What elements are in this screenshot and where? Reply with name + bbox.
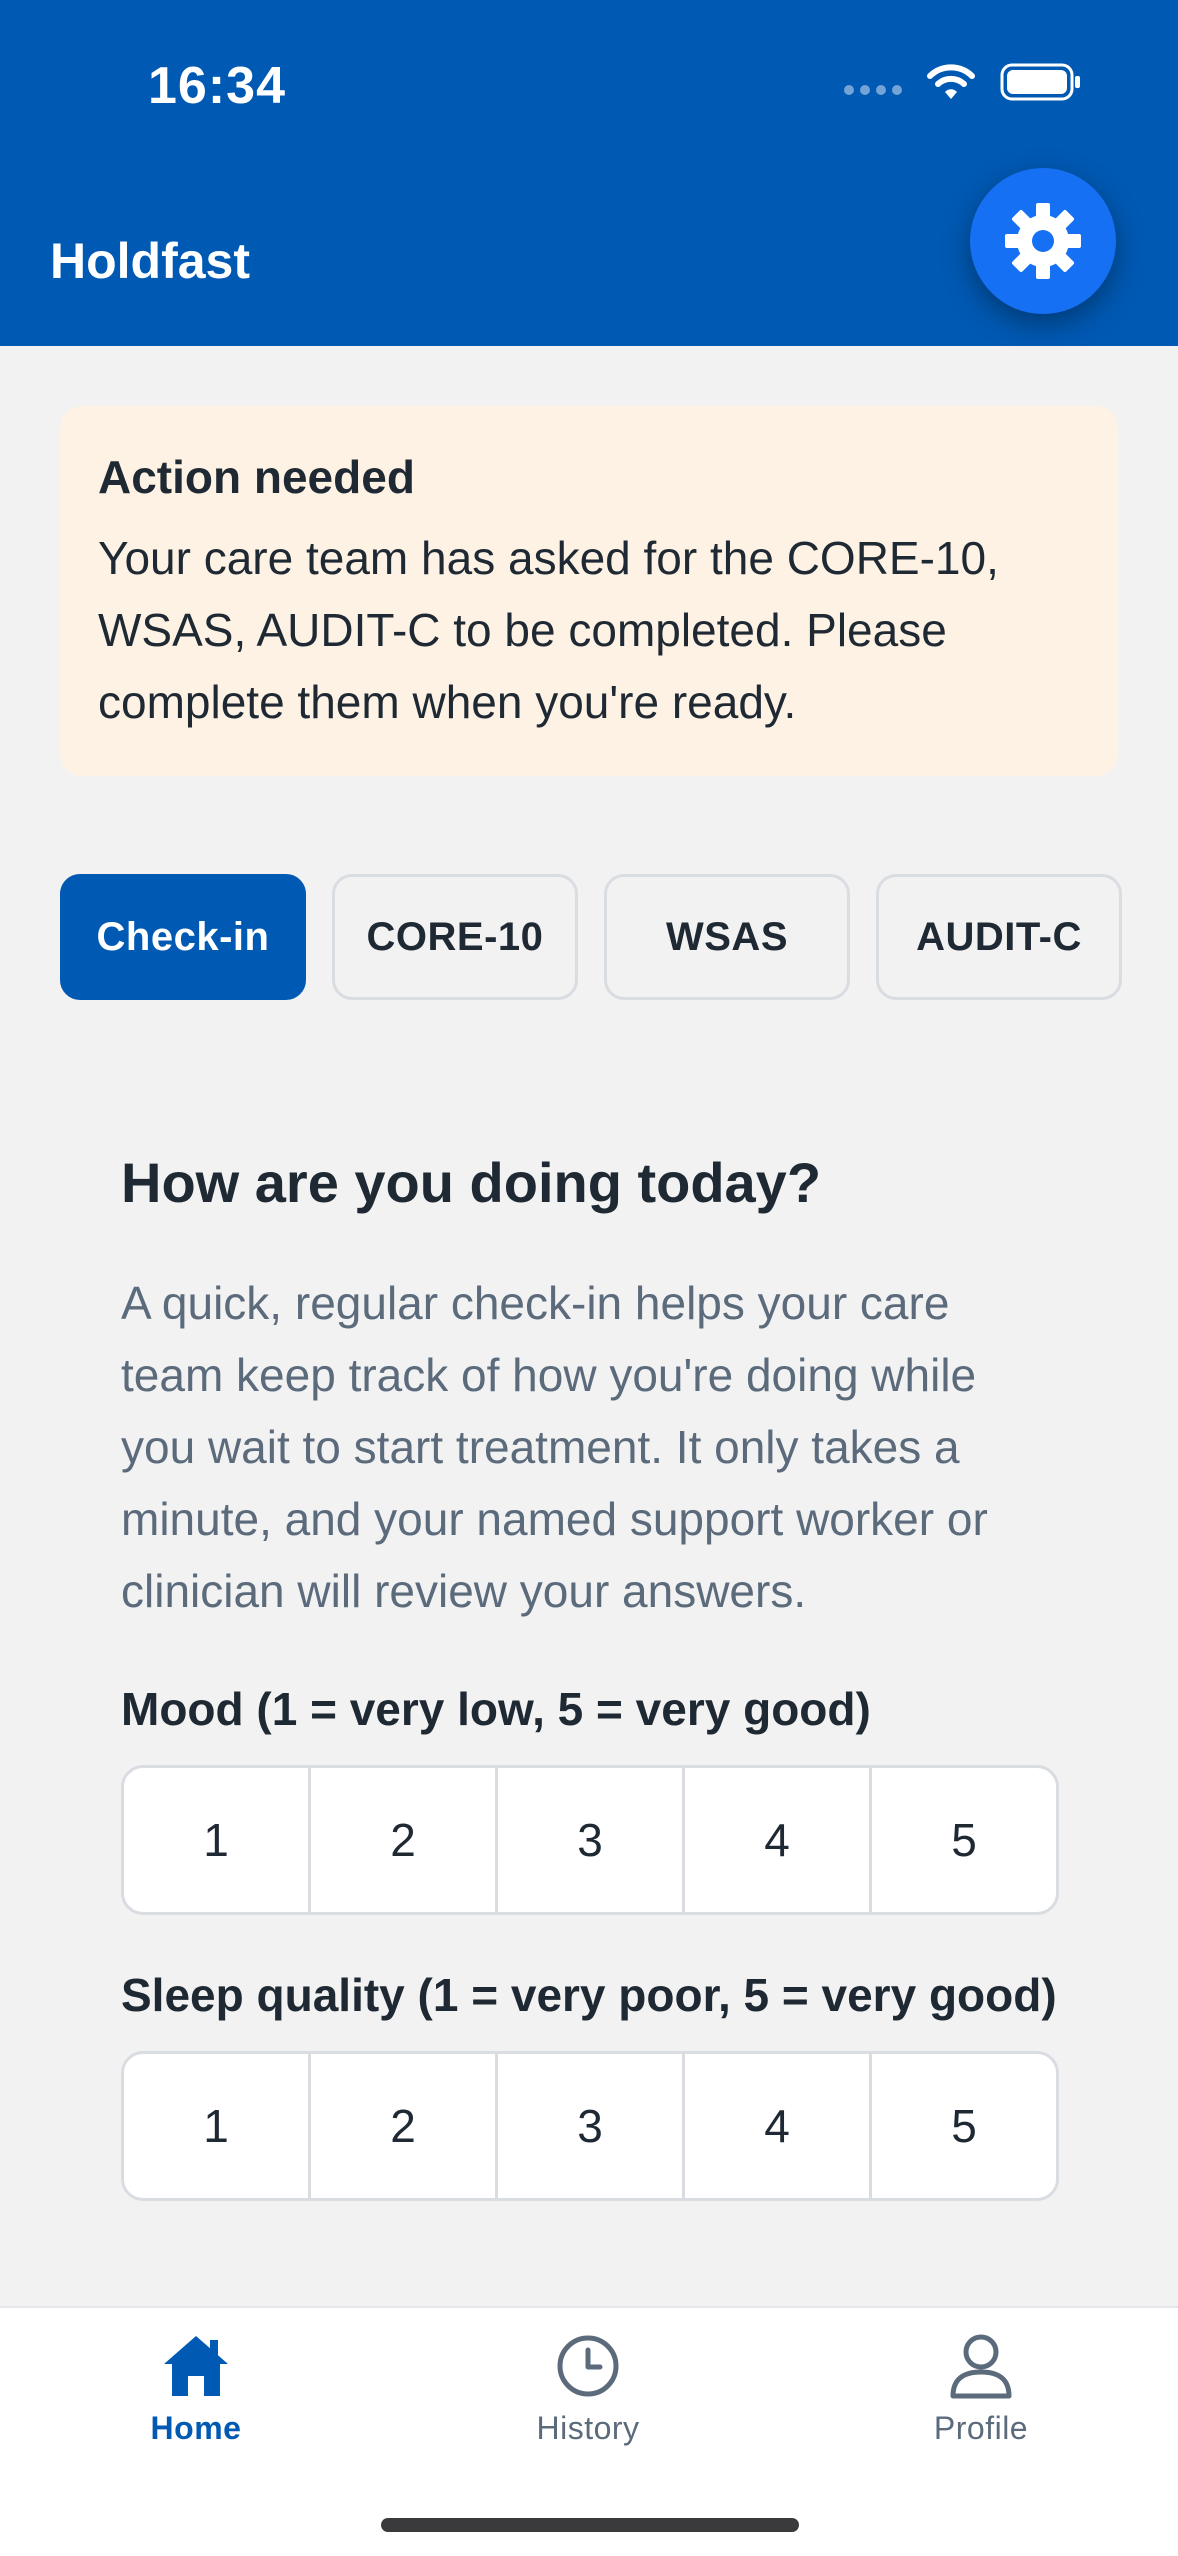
nav-home-label: Home <box>150 2410 242 2446</box>
mood-option-4[interactable]: 4 <box>685 1768 872 1912</box>
check-in-form: How are you doing today? A quick, regula… <box>121 1150 1061 2201</box>
mood-option-1[interactable]: 1 <box>124 1768 311 1912</box>
home-icon <box>164 2336 228 2396</box>
tab-wsas[interactable]: WSAS <box>604 874 850 1000</box>
status-icons <box>844 62 1082 102</box>
nav-home[interactable]: Home <box>96 2332 296 2447</box>
person-icon <box>950 2334 1012 2399</box>
status-time: 16:34 <box>148 57 286 115</box>
sleep-option-4[interactable]: 4 <box>685 2054 872 2198</box>
sleep-question-label: Sleep quality (1 = very poor, 5 = very g… <box>121 1969 1057 2021</box>
questionnaire-tabs: Check-in CORE-10 WSAS AUDIT-C <box>60 874 1122 1000</box>
nav-profile[interactable]: Profile <box>881 2332 1081 2447</box>
form-description: A quick, regular check-in helps your car… <box>121 1277 988 1617</box>
mood-option-5[interactable]: 5 <box>872 1768 1056 1912</box>
nav-history[interactable]: History <box>488 2332 688 2447</box>
sleep-option-3[interactable]: 3 <box>498 2054 685 2198</box>
app-header: 16:34 Holdfast <box>0 0 1178 346</box>
wifi-icon <box>927 64 975 99</box>
mood-scale: 1 2 3 4 5 <box>121 1765 1059 1915</box>
settings-button[interactable] <box>970 168 1116 314</box>
home-indicator <box>381 2518 799 2532</box>
clock-icon <box>557 2335 619 2397</box>
nav-history-label: History <box>536 2410 640 2446</box>
sleep-scale: 1 2 3 4 5 <box>121 2051 1059 2201</box>
tab-core-10[interactable]: CORE-10 <box>332 874 578 1000</box>
gear-icon <box>1005 203 1081 279</box>
tab-check-in[interactable]: Check-in <box>60 874 306 1000</box>
action-needed-alert: Action needed Your care team has asked f… <box>60 406 1118 776</box>
tab-audit-c[interactable]: AUDIT-C <box>876 874 1122 1000</box>
mood-option-2[interactable]: 2 <box>311 1768 498 1912</box>
sleep-option-2[interactable]: 2 <box>311 2054 498 2198</box>
sleep-option-5[interactable]: 5 <box>872 2054 1056 2198</box>
mood-option-3[interactable]: 3 <box>498 1768 685 1912</box>
mood-question-label: Mood (1 = very low, 5 = very good) <box>121 1683 871 1735</box>
signal-icon <box>844 85 902 95</box>
sleep-option-1[interactable]: 1 <box>124 2054 311 2198</box>
nav-profile-label: Profile <box>933 2410 1029 2446</box>
battery-icon <box>1000 63 1080 101</box>
alert-title: Action needed <box>98 451 415 503</box>
form-title: How are you doing today? <box>121 1151 822 1214</box>
alert-body: Your care team has asked for the CORE-10… <box>98 532 999 728</box>
app-title: Holdfast <box>50 233 250 289</box>
